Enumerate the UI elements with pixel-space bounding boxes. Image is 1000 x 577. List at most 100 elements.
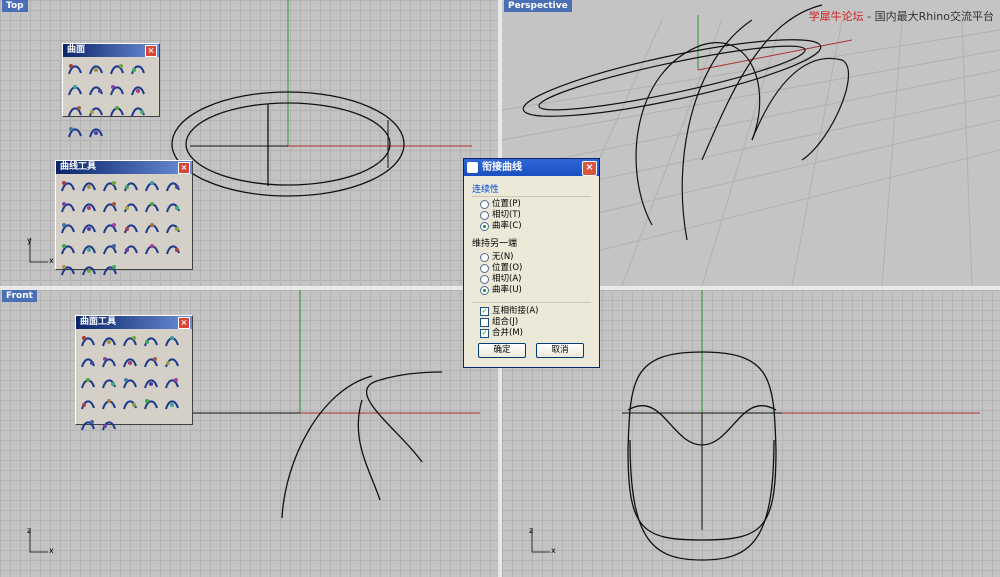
continuity-option[interactable]: 曲率(C) <box>472 221 591 232</box>
curve-weight-icon[interactable] <box>142 218 162 238</box>
surface-corner-icon[interactable] <box>65 59 85 79</box>
checkbox[interactable]: ✓ <box>480 307 489 316</box>
curve-adjust-icon[interactable] <box>121 176 141 196</box>
patch-icon[interactable] <box>128 101 148 121</box>
curve-extend-icon[interactable] <box>58 197 78 217</box>
srf-tools-icon[interactable] <box>78 415 98 435</box>
curve-match-icon[interactable] <box>142 176 162 196</box>
curve-fair-icon[interactable] <box>79 218 99 238</box>
toolbar-surface-tools-title[interactable]: 曲面工具 × <box>76 316 192 329</box>
network-icon[interactable] <box>65 122 85 142</box>
srf-extend-icon[interactable] <box>162 331 182 351</box>
close-icon[interactable]: × <box>145 45 157 57</box>
curve-refit-icon[interactable] <box>58 239 78 259</box>
viewport-label-front[interactable]: Front <box>2 290 37 302</box>
match-curve-dialog[interactable]: 衔接曲线 × 连续性 位置(P) 相切(T) 曲率(C) 维持另一端 无(N) 位置(… <box>463 158 600 368</box>
srf-smooth-icon[interactable] <box>120 394 140 414</box>
srf-fit-icon[interactable] <box>99 373 119 393</box>
close-icon[interactable]: × <box>582 161 597 176</box>
checkbox[interactable]: ✓ <box>480 329 489 338</box>
srf-adjust-icon[interactable] <box>141 394 161 414</box>
radio-button[interactable] <box>480 264 489 273</box>
curve-degree-icon[interactable] <box>58 218 78 238</box>
toolbar-curve-tools[interactable]: 曲线工具 × <box>55 160 193 276</box>
srf-points-icon[interactable] <box>99 394 119 414</box>
toolbar-curve-tools-title[interactable]: 曲线工具 × <box>56 161 192 174</box>
dialog-titlebar[interactable]: 衔接曲线 × <box>464 159 599 176</box>
curve-smooth-icon[interactable] <box>100 218 120 238</box>
srf-extra-icon[interactable] <box>99 415 119 435</box>
continuity-option[interactable]: 位置(P) <box>472 199 591 210</box>
maintain-option[interactable]: 曲率(U) <box>472 285 591 296</box>
box-icon[interactable] <box>86 122 106 142</box>
srf-analyze-icon[interactable] <box>162 394 182 414</box>
srf-split-icon[interactable] <box>141 352 161 372</box>
curve-direction-icon[interactable] <box>163 239 183 259</box>
curve-points-icon[interactable] <box>121 218 141 238</box>
revolve-icon[interactable] <box>65 101 85 121</box>
curve-rebuild-icon[interactable] <box>142 197 162 217</box>
ok-button[interactable]: 确定 <box>478 343 526 358</box>
close-icon[interactable]: × <box>178 162 190 174</box>
curve-fit-icon[interactable] <box>163 197 183 217</box>
rail-icon[interactable] <box>86 101 106 121</box>
srf-edge-icon[interactable] <box>141 373 161 393</box>
srf-blend-icon[interactable] <box>120 331 140 351</box>
cancel-button[interactable]: 取消 <box>536 343 584 358</box>
curve-trim-icon[interactable] <box>121 197 141 217</box>
srf-join-icon[interactable] <box>120 352 140 372</box>
curve-remove-icon[interactable] <box>100 239 120 259</box>
radio-button[interactable] <box>480 286 489 295</box>
maintain-option[interactable]: 相切(A) <box>472 274 591 285</box>
radio-button[interactable] <box>480 253 489 262</box>
curve-chamfer-icon[interactable] <box>79 176 99 196</box>
checkbox-option[interactable]: ✓ 合并(M) <box>472 328 591 339</box>
srf-merge-icon[interactable] <box>99 352 119 372</box>
toolbar-surface[interactable]: 曲面 × <box>62 43 160 138</box>
curve-select-icon[interactable] <box>100 260 120 280</box>
surface-edge-icon[interactable] <box>65 80 85 100</box>
radio-button[interactable] <box>480 211 489 220</box>
radio-button[interactable] <box>480 222 489 231</box>
checkbox-option[interactable]: 组合(J) <box>472 317 591 328</box>
viewport-label-perspective[interactable]: Perspective <box>504 0 572 12</box>
curve-offset-icon[interactable] <box>163 176 183 196</box>
curve-analyze-icon[interactable] <box>58 260 78 280</box>
srf-fillet-icon[interactable] <box>78 331 98 351</box>
maintain-option[interactable]: 无(N) <box>472 252 591 263</box>
srf-offset-icon[interactable] <box>141 331 161 351</box>
checkbox[interactable] <box>480 318 489 327</box>
srf-shrink-icon[interactable] <box>162 373 182 393</box>
maintain-option[interactable]: 位置(O) <box>472 263 591 274</box>
srf-match-icon[interactable] <box>78 352 98 372</box>
curve-join-icon[interactable] <box>79 197 99 217</box>
sphere-icon[interactable] <box>107 59 127 79</box>
radio-button[interactable] <box>480 200 489 209</box>
close-icon[interactable]: × <box>178 317 190 329</box>
curve-misc-icon[interactable] <box>79 260 99 280</box>
curve-split-icon[interactable] <box>100 197 120 217</box>
surface-plane-icon[interactable] <box>86 59 106 79</box>
toolbar-surface-title[interactable]: 曲面 × <box>63 44 159 57</box>
extrude-icon[interactable] <box>107 101 127 121</box>
srf-trim-icon[interactable] <box>162 352 182 372</box>
surface-points-icon[interactable] <box>86 80 106 100</box>
grid-plane-icon[interactable] <box>128 59 148 79</box>
curve-seam-icon[interactable] <box>142 239 162 259</box>
curve-fillet-icon[interactable] <box>58 176 78 196</box>
loft-icon[interactable] <box>128 80 148 100</box>
curve-kink-icon[interactable] <box>163 218 183 238</box>
srf-rebuild-icon[interactable] <box>78 373 98 393</box>
surface-shape-icon[interactable] <box>107 80 127 100</box>
checkbox-option[interactable]: ✓ 互相衔接(A) <box>472 306 591 317</box>
continuity-option[interactable]: 相切(T) <box>472 210 591 221</box>
srf-degree-icon[interactable] <box>120 373 140 393</box>
radio-button[interactable] <box>480 275 489 284</box>
curve-insert-icon[interactable] <box>79 239 99 259</box>
viewport-label-top[interactable]: Top <box>2 0 28 12</box>
curve-handle-icon[interactable] <box>121 239 141 259</box>
srf-chamfer-icon[interactable] <box>99 331 119 351</box>
srf-untrim-icon[interactable] <box>78 394 98 414</box>
toolbar-surface-tools[interactable]: 曲面工具 × <box>75 315 193 431</box>
blend-icon[interactable] <box>100 176 120 196</box>
